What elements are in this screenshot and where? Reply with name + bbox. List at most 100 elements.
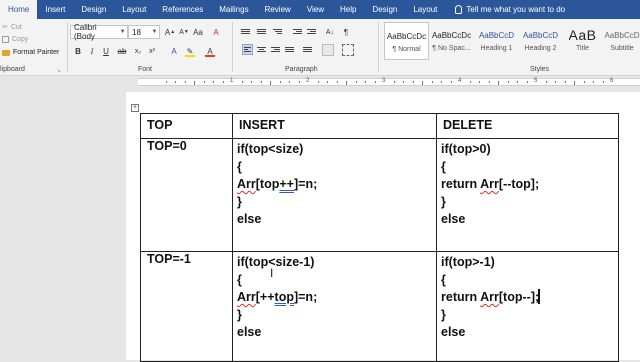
increase-indent-button[interactable] bbox=[306, 26, 317, 37]
code-line: if(top>-1) bbox=[441, 255, 495, 269]
copy-button[interactable]: Copy bbox=[2, 36, 28, 43]
code-line: else bbox=[441, 212, 466, 226]
ruler-number: 3 bbox=[382, 78, 386, 84]
header-insert[interactable]: INSERT bbox=[232, 113, 437, 139]
code-token: [top bbox=[255, 177, 280, 191]
row-label-top-0[interactable]: TOP=0 bbox=[140, 138, 233, 252]
tab-mailings[interactable]: Mailings bbox=[211, 0, 256, 19]
style-sample: AaB bbox=[568, 27, 597, 43]
strikethrough-button[interactable]: ab bbox=[116, 45, 128, 57]
line-spacing-button[interactable] bbox=[302, 44, 313, 55]
tab-help[interactable]: Help bbox=[332, 0, 364, 19]
tab-home[interactable]: Home bbox=[0, 0, 38, 19]
tab-insert[interactable]: Insert bbox=[37, 0, 73, 19]
code-line: } bbox=[237, 194, 242, 209]
tab-view[interactable]: View bbox=[299, 0, 332, 19]
grow-font-button[interactable]: A ▲ bbox=[164, 26, 176, 38]
i-beam-cursor-icon: I bbox=[270, 266, 274, 280]
ruler-tick bbox=[450, 81, 452, 83]
style-title[interactable]: AaB Title bbox=[560, 22, 605, 60]
change-case-button[interactable]: Aa bbox=[192, 26, 204, 38]
text-effects-button[interactable]: A bbox=[168, 45, 180, 57]
table-row: TOP=-1 if(top<size-1) { Arr[++top]=n; } … bbox=[140, 251, 619, 362]
row-label-top-neg1[interactable]: TOP=-1 bbox=[140, 251, 233, 362]
style-name: Subtitle bbox=[610, 45, 634, 52]
ruler-tick bbox=[564, 81, 566, 83]
style-sample: AaBbCcD bbox=[604, 30, 640, 40]
cut-button[interactable]: ✂ Cut bbox=[2, 23, 22, 32]
style-subtitle[interactable]: AaBbCcD Subtitle bbox=[604, 22, 640, 60]
table-move-handle-icon[interactable]: + bbox=[131, 104, 139, 112]
bold-button[interactable]: B bbox=[72, 45, 84, 57]
delete-cell[interactable]: if(top>-1) { return Arr[top--]; } else bbox=[436, 251, 619, 362]
insert-cell[interactable]: if(top<size-1) { Arr[++top]=n; } else bbox=[232, 251, 437, 362]
clipboard-launcher-icon[interactable]: ⌞ bbox=[58, 66, 61, 73]
underline-button[interactable]: U bbox=[100, 45, 112, 57]
chevron-down-icon[interactable]: ▼ bbox=[118, 26, 127, 38]
style-no-spacing[interactable]: AaBbCcDc ¶ No Spac... bbox=[429, 22, 474, 60]
header-delete[interactable]: DELETE bbox=[436, 113, 619, 139]
style-name: ¶ No Spac... bbox=[432, 45, 471, 52]
ruler-tick bbox=[574, 81, 575, 85]
bullets-button[interactable] bbox=[240, 26, 251, 37]
sort-button[interactable]: A↓ bbox=[324, 26, 336, 38]
style-normal[interactable]: AaBbCcDc ¶ Normal bbox=[384, 22, 429, 60]
ruler-tick bbox=[498, 81, 499, 85]
chevron-down-icon[interactable]: ▼ bbox=[150, 26, 159, 38]
align-right-button[interactable] bbox=[270, 44, 281, 55]
borders-button[interactable] bbox=[342, 44, 354, 56]
code-line: else bbox=[237, 212, 262, 226]
text-caret bbox=[538, 289, 540, 304]
font-color-button[interactable]: A bbox=[204, 45, 216, 57]
copy-icon bbox=[2, 36, 9, 43]
code-line: } bbox=[441, 307, 446, 322]
style-name: ¶ Normal bbox=[392, 46, 421, 53]
ruler-tick bbox=[374, 81, 376, 83]
clear-formatting-button[interactable]: A bbox=[210, 26, 222, 38]
ruler-tick bbox=[194, 81, 195, 85]
show-formatting-button[interactable]: ¶ bbox=[340, 26, 352, 38]
code-token: return bbox=[441, 177, 481, 191]
ruler-tick bbox=[593, 81, 594, 83]
divider bbox=[232, 22, 233, 72]
numbering-button[interactable] bbox=[256, 26, 267, 37]
decrease-indent-button[interactable] bbox=[292, 26, 303, 37]
tell-me-box[interactable]: Tell me what you want to do bbox=[445, 0, 565, 19]
font-size-combo[interactable]: 18 ▼ bbox=[128, 25, 160, 39]
horizontal-ruler[interactable]: 1 2 3 4 5 6 bbox=[0, 76, 640, 88]
ruler-tick bbox=[260, 81, 262, 83]
align-left-button[interactable] bbox=[242, 44, 253, 55]
ruler-tick bbox=[336, 81, 338, 83]
shrink-font-button[interactable]: A ▼ bbox=[178, 26, 190, 38]
ruler-tick bbox=[469, 81, 471, 83]
shading-button[interactable] bbox=[322, 44, 334, 56]
delete-cell[interactable]: if(top>0) { return Arr[--top]; } else bbox=[436, 138, 619, 252]
tab-references[interactable]: References bbox=[154, 0, 211, 19]
tab-layout[interactable]: Layout bbox=[114, 0, 154, 19]
code-line: else bbox=[237, 325, 262, 339]
font-name-combo[interactable]: Calibri (Body ▼ bbox=[70, 23, 128, 41]
superscript-button[interactable]: x² bbox=[146, 45, 158, 57]
ribbon-tab-bar: Home Insert Design Layout References Mai… bbox=[0, 0, 640, 19]
justify-button[interactable] bbox=[284, 44, 295, 55]
style-heading-1[interactable]: AaBbCcD Heading 1 bbox=[474, 22, 519, 60]
insert-cell[interactable]: if(top<size) { Arr[top++]=n; } else bbox=[232, 138, 437, 252]
code-token: ++ bbox=[279, 177, 294, 191]
clipboard-group-label: lipboard bbox=[0, 66, 25, 73]
header-top[interactable]: TOP bbox=[140, 113, 233, 139]
highlight-button[interactable]: ✎ bbox=[184, 45, 196, 57]
divider bbox=[67, 22, 68, 72]
tab-review[interactable]: Review bbox=[257, 0, 299, 19]
format-painter-button[interactable]: Format Painter bbox=[2, 49, 59, 56]
align-center-button[interactable] bbox=[256, 44, 267, 55]
ruler-tick bbox=[431, 81, 433, 83]
italic-button[interactable]: I bbox=[86, 45, 98, 57]
tab-table-layout[interactable]: Layout bbox=[405, 0, 445, 19]
tab-table-design[interactable]: Design bbox=[364, 0, 405, 19]
style-heading-2[interactable]: AaBbCcD Heading 2 bbox=[518, 22, 563, 60]
subscript-button[interactable]: x₂ bbox=[132, 45, 144, 57]
multilevel-list-button[interactable] bbox=[272, 26, 283, 37]
stack-table[interactable]: TOP INSERT DELETE TOP=0 if(top<size) { A… bbox=[140, 113, 619, 362]
tab-design[interactable]: Design bbox=[73, 0, 114, 19]
code-line: } bbox=[237, 307, 242, 322]
